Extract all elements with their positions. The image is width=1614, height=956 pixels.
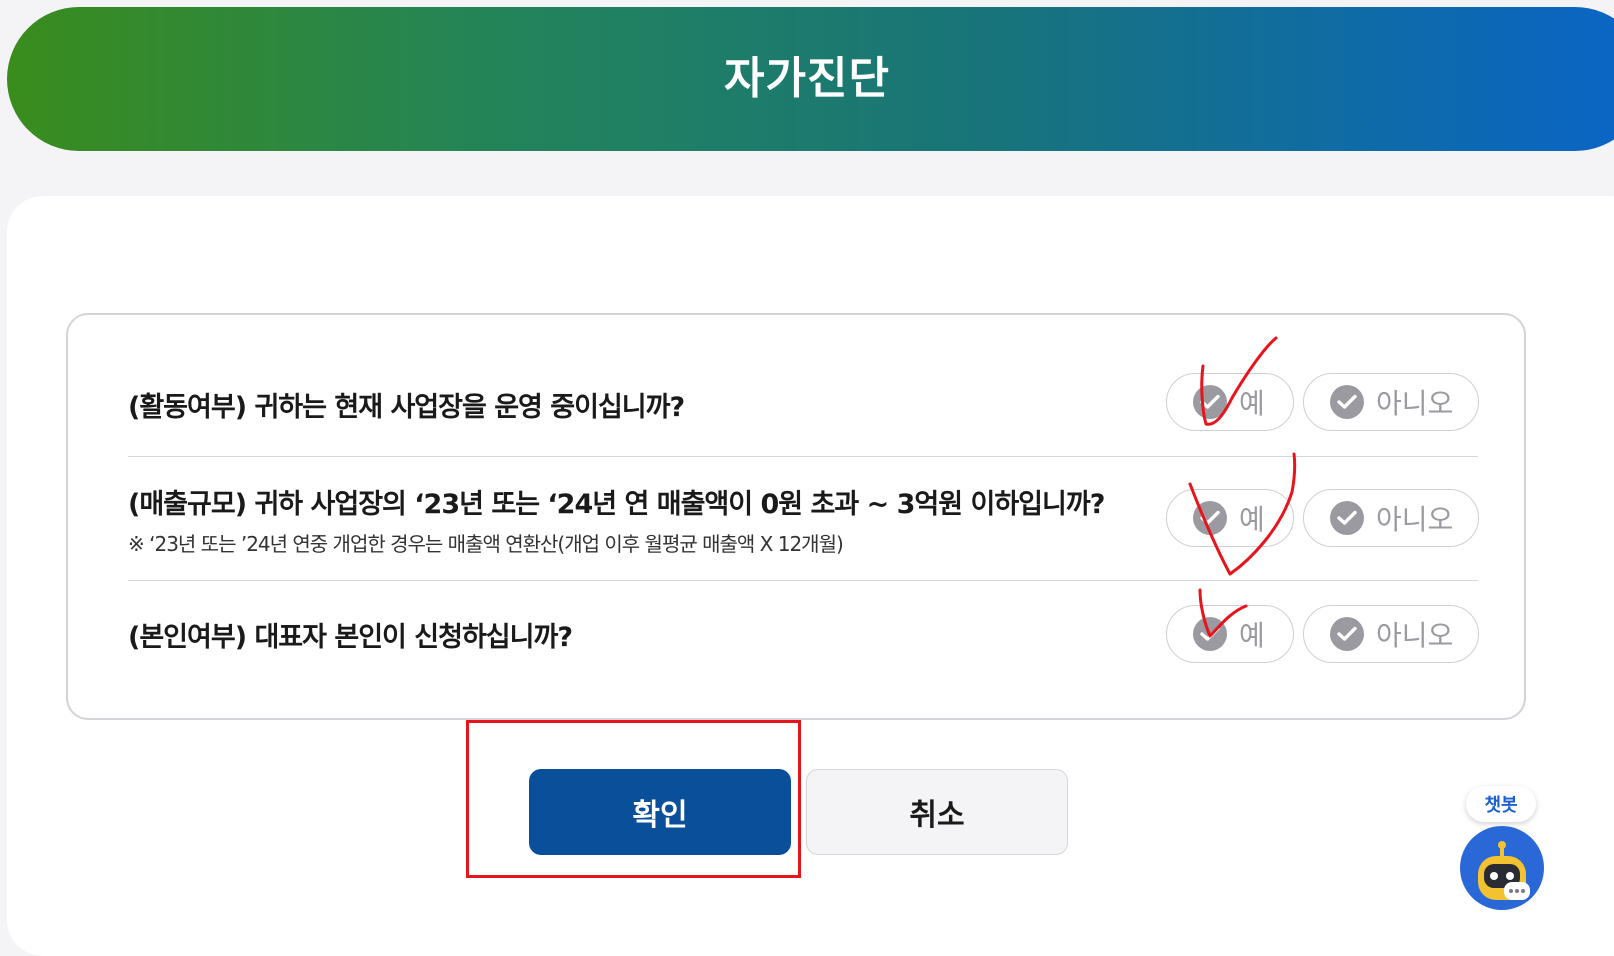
question-1-yes-option[interactable]: 예 bbox=[1166, 373, 1294, 431]
yes-label: 예 bbox=[1239, 503, 1265, 536]
question-2-note: ※ ‘23년 또는 ’24년 연중 개업한 경우는 매출액 연환산(개업 이후 … bbox=[128, 532, 844, 556]
robot-chat-icon[interactable] bbox=[1460, 826, 1544, 910]
question-2-yes-option[interactable]: 예 bbox=[1166, 489, 1294, 547]
question-2-text: (매출규모) 귀하 사업장의 ‘23년 또는 ‘24년 연 매출액이 0원 초과… bbox=[128, 489, 1105, 520]
check-circle-icon bbox=[1193, 385, 1227, 419]
check-circle-icon bbox=[1330, 501, 1364, 535]
yes-label: 예 bbox=[1239, 619, 1265, 652]
check-circle-icon bbox=[1193, 501, 1227, 535]
question-1-no-option[interactable]: 아니오 bbox=[1303, 373, 1479, 431]
question-list: (활동여부) 귀하는 현재 사업장을 운영 중이십니까? 예 아니오 (매출규모… bbox=[66, 313, 1526, 720]
question-3-no-option[interactable]: 아니오 bbox=[1303, 605, 1479, 663]
chatbot-label[interactable]: 챗봇 bbox=[1466, 786, 1536, 822]
question-1-text: (활동여부) 귀하는 현재 사업장을 운영 중이십니까? bbox=[128, 392, 685, 423]
check-circle-icon bbox=[1330, 617, 1364, 651]
question-3-text: (본인여부) 대표자 본인이 신청하십니까? bbox=[128, 622, 573, 653]
no-label: 아니오 bbox=[1376, 503, 1454, 536]
question-2-no-option[interactable]: 아니오 bbox=[1303, 489, 1479, 547]
yes-label: 예 bbox=[1239, 387, 1265, 420]
cancel-button[interactable]: 취소 bbox=[806, 769, 1068, 855]
divider bbox=[128, 456, 1478, 457]
check-circle-icon bbox=[1193, 617, 1227, 651]
header-banner: 자가진단 bbox=[7, 7, 1614, 151]
no-label: 아니오 bbox=[1376, 387, 1454, 420]
red-highlight-box bbox=[466, 720, 801, 878]
check-circle-icon bbox=[1330, 385, 1364, 419]
page-title: 자가진단 bbox=[724, 53, 890, 104]
no-label: 아니오 bbox=[1376, 619, 1454, 652]
divider bbox=[128, 580, 1478, 581]
question-3-yes-option[interactable]: 예 bbox=[1166, 605, 1294, 663]
